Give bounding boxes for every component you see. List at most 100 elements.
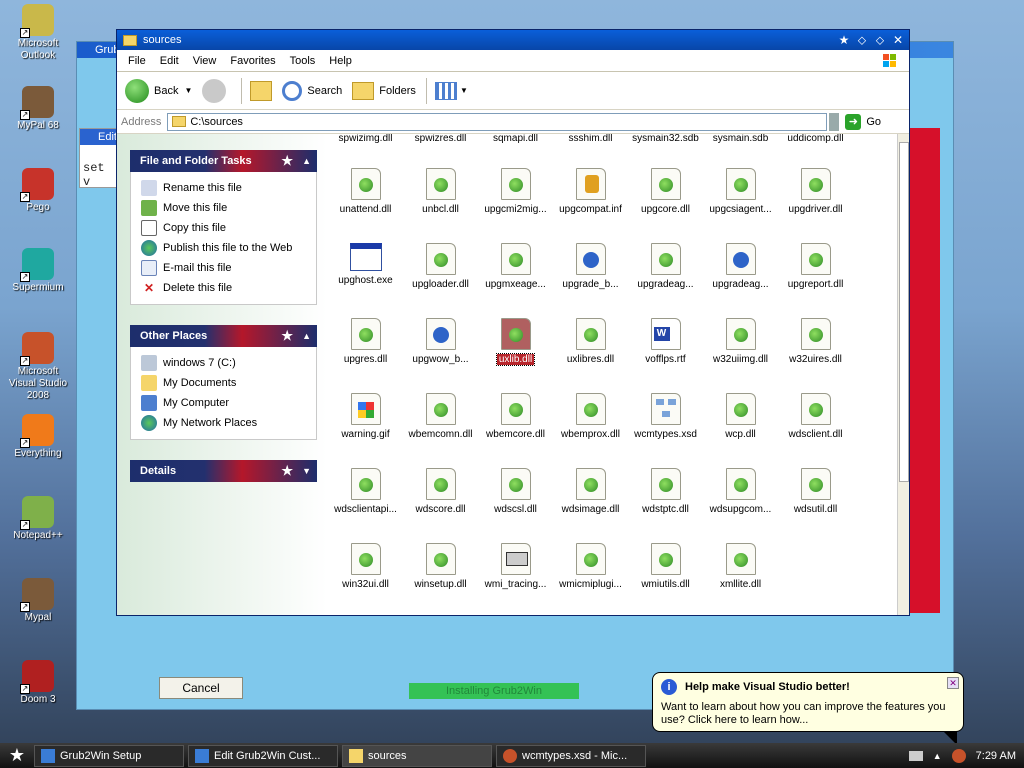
task-wcmtypes[interactable]: wcmtypes.xsd - Mic... [496,744,646,767]
notification-balloon[interactable]: i Help make Visual Studio better! Want t… [652,672,964,745]
close-button[interactable]: ✕ [891,33,905,47]
back-button[interactable]: Back ▼ [125,78,192,103]
views-button[interactable]: ▼ [434,81,468,100]
chevron-down-icon[interactable]: ▼ [184,86,192,95]
desktop-icon[interactable]: ↗ MyPal 68 [6,86,70,132]
task-edit-grub2win[interactable]: Edit Grub2Win Cust... [188,744,338,767]
balloon-close-button[interactable]: ✕ [947,677,959,689]
file-item[interactable]: wmi_tracing... [478,543,553,590]
file-item[interactable]: upgloader.dll [403,243,478,290]
details-header[interactable]: Details ★ ▼ [130,460,317,482]
file-item[interactable]: vofflps.rtf [628,318,703,365]
file-item[interactable]: uddicomp.dll [778,134,853,144]
my-network-places-link[interactable]: My Network Places [141,413,316,433]
file-item[interactable]: wdscore.dll [403,468,478,515]
file-item[interactable]: warning.gif [328,393,403,440]
file-item[interactable]: wdsutil.dll [778,468,853,515]
forward-button[interactable] [202,78,231,103]
scrollbar-thumb[interactable] [899,142,909,482]
other-places-header[interactable]: Other Places ★ ▲ [130,325,317,347]
menu-help[interactable]: Help [322,55,359,67]
file-tasks-header[interactable]: File and Folder Tasks ★ ▲ [130,150,317,172]
file-item[interactable]: upgdriver.dll [778,168,853,215]
edit-window[interactable]: Edit set v [79,128,119,189]
file-item[interactable]: wdstptc.dll [628,468,703,515]
explorer-titlebar[interactable]: sources ★ ⬦ ⬦ ✕ [117,30,909,50]
my-computer-link[interactable]: My Computer [141,393,316,413]
up-folder-button[interactable] [250,80,273,101]
file-item[interactable]: sysmain32.sdb [628,134,703,144]
file-item[interactable]: uxlib.dll [478,318,553,366]
file-item[interactable]: wbemcore.dll [478,393,553,440]
file-item[interactable]: upgreport.dll [778,243,853,290]
desktop-icon[interactable]: ↗ Doom 3 [6,660,70,706]
file-item[interactable]: unattend.dll [328,168,403,215]
file-item[interactable]: upgrade_b... [553,243,628,290]
menu-edit[interactable]: Edit [153,55,186,67]
file-item[interactable]: wdsimage.dll [553,468,628,515]
explorer-window[interactable]: sources ★ ⬦ ⬦ ✕ File Edit View Favorites… [116,29,910,616]
collapse-icon[interactable]: ▲ [302,325,311,347]
search-button[interactable]: Search [282,80,342,101]
desktop-icon[interactable]: ↗ Supermium [6,248,70,294]
file-item[interactable]: wmicmiplugi... [553,543,628,590]
start-button[interactable]: ★ [0,743,34,768]
my-documents-link[interactable]: My Documents [141,373,316,393]
file-item[interactable]: sqmapi.dll [478,134,553,144]
expand-icon[interactable]: ▼ [302,460,311,482]
file-item[interactable]: wmiutils.dll [628,543,703,590]
vertical-scrollbar[interactable] [897,134,909,615]
keyboard-icon[interactable] [908,750,923,761]
file-item[interactable]: upgradeag... [628,243,703,290]
file-item[interactable]: upghost.exe [328,243,403,286]
drive-c-link[interactable]: windows 7 (C:) [141,353,316,373]
file-item[interactable]: spwizres.dll [403,134,478,144]
file-item[interactable]: upgmxeage... [478,243,553,290]
file-item[interactable]: wbemprox.dll [553,393,628,440]
desktop-icon[interactable]: ↗ Everything [6,414,70,460]
visual-studio-tray-icon[interactable] [951,748,966,763]
file-item[interactable]: w32uiimg.dll [703,318,778,365]
file-item[interactable]: sysmain.sdb [703,134,778,144]
go-button[interactable]: ➜ Go [845,113,881,130]
clock[interactable]: 7:29 AM [976,750,1016,762]
maximize-button[interactable]: ⬦ [873,33,887,47]
folders-button[interactable]: Folders [352,81,416,100]
task-grub2win-setup[interactable]: Grub2Win Setup [34,744,184,767]
file-item[interactable]: wcp.dll [703,393,778,440]
file-item[interactable]: uxlibres.dll [553,318,628,365]
minimize-button[interactable]: ⬦ [855,33,869,47]
file-item[interactable]: wbemcomn.dll [403,393,478,440]
rename-file-link[interactable]: Rename this file [141,178,316,198]
address-field[interactable]: C:\sources [167,112,828,131]
menu-favorites[interactable]: Favorites [223,55,282,67]
file-item[interactable]: w32uires.dll [778,318,853,365]
file-item[interactable]: wdsclient.dll [778,393,853,440]
desktop-icon[interactable]: ↗ Notepad++ [6,496,70,542]
file-item[interactable]: upgcmi2mig... [478,168,553,215]
desktop-icon[interactable]: ↗ Microsoft Visual Studio 2008 [6,332,70,402]
desktop-icon[interactable]: ↗ Microsoft Outlook [6,4,70,62]
file-item[interactable]: win32ui.dll [328,543,403,590]
menu-file[interactable]: File [121,55,153,67]
copy-file-link[interactable]: Copy this file [141,218,316,238]
task-sources[interactable]: sources [342,744,492,767]
file-item[interactable]: wdscsl.dll [478,468,553,515]
file-item[interactable]: wdsclientapi... [328,468,403,515]
desktop-icon[interactable]: ↗ Mypal [6,578,70,624]
file-item[interactable]: upgres.dll [328,318,403,365]
file-item[interactable]: upgcompat.inf [553,168,628,215]
desktop-icon[interactable]: ↗ Pego [6,168,70,214]
menu-view[interactable]: View [186,55,224,67]
file-item[interactable]: upgradeag... [703,243,778,290]
cancel-button[interactable]: Cancel [159,677,243,699]
move-file-link[interactable]: Move this file [141,198,316,218]
address-dropdown[interactable] [829,112,840,131]
balloon-message[interactable]: Want to learn about how you can improve … [661,701,955,727]
file-item[interactable]: unbcl.dll [403,168,478,215]
file-item[interactable]: winsetup.dll [403,543,478,590]
file-item[interactable]: upgcsiagent... [703,168,778,215]
file-item[interactable]: upgwow_b... [403,318,478,365]
collapse-icon[interactable]: ▲ [302,150,311,172]
publish-file-link[interactable]: Publish this file to the Web [141,238,316,258]
